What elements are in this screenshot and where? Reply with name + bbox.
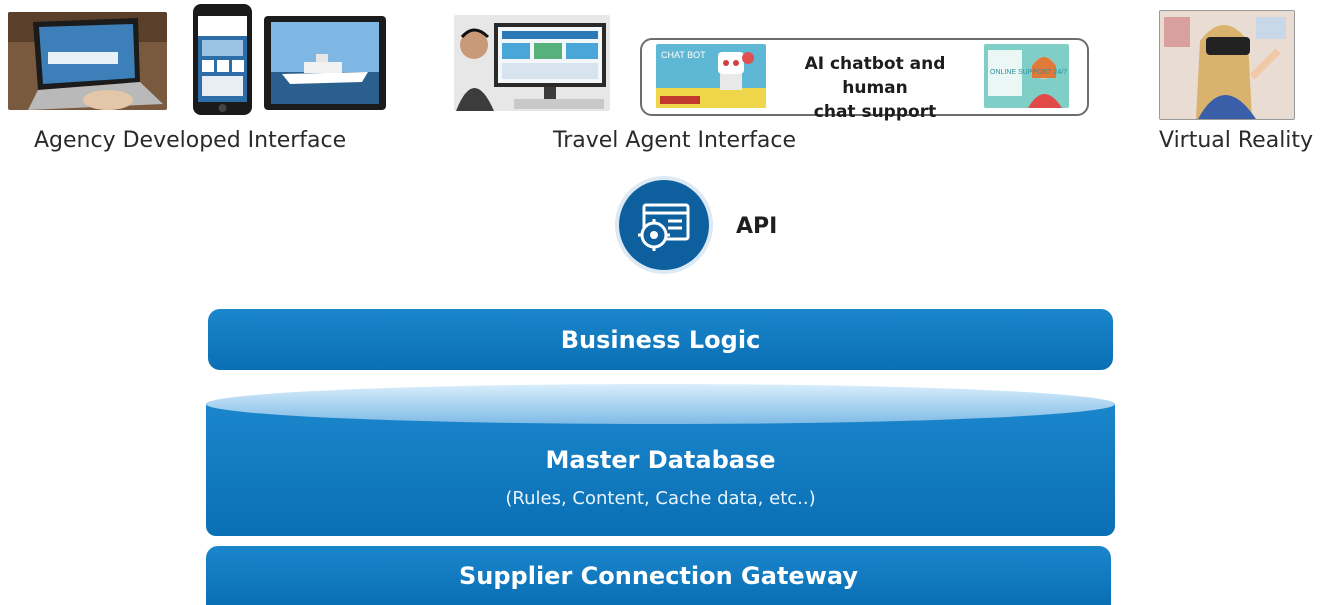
tablet-photo [264, 16, 386, 110]
chatbot-robot-image: CHAT BOT [656, 44, 766, 108]
phone-photo [193, 4, 252, 115]
chatbot-caption: AI chatbot and human chat support [770, 52, 980, 124]
master-database-cylinder: Master Database (Rules, Content, Cache d… [206, 384, 1115, 536]
chatbot-image-text: CHAT BOT [661, 50, 706, 60]
database-top [206, 384, 1115, 424]
business-logic-label: Business Logic [560, 325, 761, 354]
laptop-photo [8, 12, 167, 110]
virtual-reality-label: Virtual Reality [1159, 128, 1314, 153]
supplier-gateway-layer: Supplier Connection Gateway [206, 546, 1111, 605]
api-icon [614, 175, 714, 275]
support-agent-image: ONLINE SUPPORT 24/7 [984, 44, 1069, 108]
agency-interface-label: Agency Developed Interface [34, 128, 347, 153]
travel-agent-interface-label: Travel Agent Interface [553, 128, 796, 153]
api-label: API [736, 214, 778, 239]
master-database-label: Master Database [545, 446, 776, 474]
travel-agent-photo [454, 15, 610, 111]
business-logic-layer: Business Logic [208, 309, 1113, 370]
chatbot-caption-line1: AI chatbot and human [804, 54, 946, 98]
vr-photo [1159, 10, 1295, 120]
master-database-sublabel: (Rules, Content, Cache data, etc..) [505, 488, 816, 509]
chatbot-caption-line2: chat support [813, 102, 937, 122]
supplier-gateway-label: Supplier Connection Gateway [459, 561, 858, 590]
support-image-text: ONLINE SUPPORT 24/7 [990, 69, 1067, 76]
chatbot-panel: CHAT BOT AI chatbot and human chat suppo… [640, 38, 1089, 122]
